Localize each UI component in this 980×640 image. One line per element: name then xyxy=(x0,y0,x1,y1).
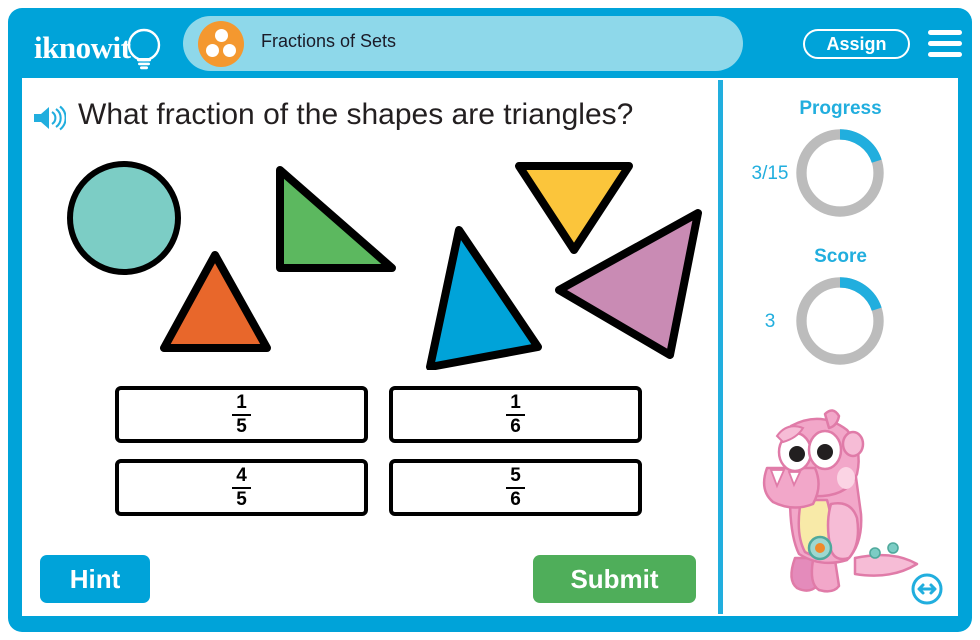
answer-option-3[interactable]: 5 6 xyxy=(389,459,642,516)
shape-yellow-triangle xyxy=(515,162,633,254)
answer-option-0[interactable]: 1 5 xyxy=(115,386,368,443)
speaker-icon[interactable] xyxy=(32,104,66,132)
shape-green-triangle xyxy=(276,166,396,272)
fraction-denominator: 6 xyxy=(510,415,521,437)
pink-monster-mascot xyxy=(762,409,919,593)
fraction-3: 5 6 xyxy=(506,464,525,510)
shapes-illustration xyxy=(67,161,702,370)
fraction-numerator: 1 xyxy=(510,391,521,413)
lesson-title: Fractions of Sets xyxy=(261,31,397,51)
submit-button[interactable]: Submit xyxy=(533,555,696,603)
progress-label: Progress xyxy=(799,98,882,119)
fraction-0: 1 5 xyxy=(232,391,251,437)
lesson-screen: iknowit Fractions of Sets Assign What fr… xyxy=(0,0,980,640)
hamburger-menu-icon[interactable] xyxy=(928,30,962,58)
fraction-denominator: 5 xyxy=(236,488,247,510)
brand-logo[interactable]: iknowit xyxy=(30,24,180,74)
shape-circle xyxy=(67,161,181,275)
lightbulb-icon xyxy=(127,28,161,70)
answer-option-1[interactable]: 1 6 xyxy=(389,386,642,443)
fraction-numerator: 5 xyxy=(510,464,521,486)
shape-orange-triangle xyxy=(160,251,271,352)
progress-value: 3/15 xyxy=(751,163,789,184)
fraction-numerator: 1 xyxy=(236,391,247,413)
fraction-1: 1 6 xyxy=(506,391,525,437)
answer-options: 1 5 1 6 4 5 5 6 xyxy=(115,386,645,526)
sidebar: Progress 3/15 Score 3 xyxy=(723,78,958,616)
answer-option-2[interactable]: 4 5 xyxy=(115,459,368,516)
resize-horizontal-icon[interactable] xyxy=(911,573,943,605)
hint-button[interactable]: Hint xyxy=(40,555,150,603)
fraction-numerator: 4 xyxy=(236,464,247,486)
fraction-2: 4 5 xyxy=(232,464,251,510)
question-text: What fraction of the shapes are triangle… xyxy=(78,98,634,131)
assign-button[interactable]: Assign xyxy=(803,29,910,59)
score-value: 3 xyxy=(764,311,776,332)
lesson-title-panel: Fractions of Sets xyxy=(183,16,743,71)
shape-blue-triangle xyxy=(426,226,542,370)
score-label: Score xyxy=(814,246,867,267)
three-dots-circle-icon xyxy=(198,21,244,67)
fraction-denominator: 6 xyxy=(510,488,521,510)
brand-logo-text: iknowit xyxy=(34,30,131,65)
fraction-denominator: 5 xyxy=(236,415,247,437)
app-header: iknowit Fractions of Sets Assign xyxy=(8,8,972,78)
